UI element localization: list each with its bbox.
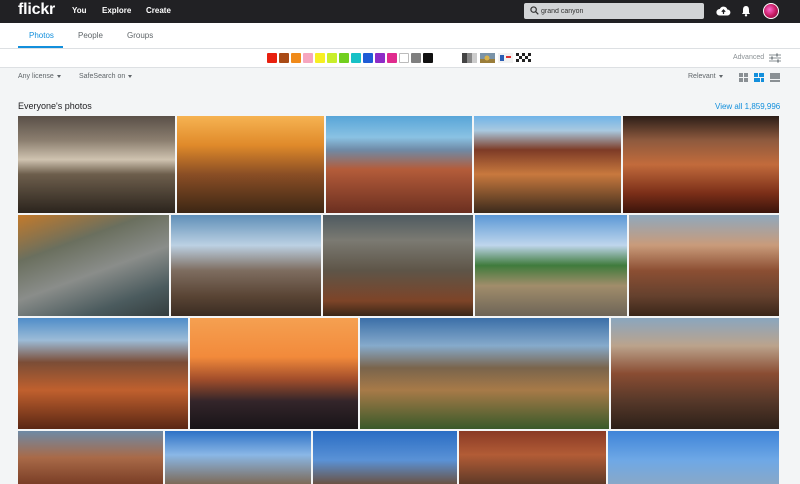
active-tab-indicator (18, 46, 63, 48)
flickr-logo[interactable]: flickr (18, 1, 55, 19)
color-swatch[interactable] (291, 53, 301, 63)
color-swatch[interactable] (267, 53, 277, 63)
license-filter-label: Any license (18, 73, 54, 80)
notifications-bell-icon[interactable] (741, 5, 751, 17)
photo-thumbnail[interactable] (313, 431, 457, 484)
color-filter-row: Advanced (0, 49, 800, 68)
photo-thumbnail[interactable] (360, 318, 609, 429)
grid-view-icon[interactable] (739, 73, 748, 82)
list-view-icon[interactable] (770, 73, 780, 82)
tab-photos[interactable]: Photos (29, 31, 54, 40)
photo-thumbnail[interactable] (475, 215, 627, 316)
color-swatch[interactable] (411, 53, 421, 63)
nav-link-explore[interactable]: Explore (102, 6, 131, 15)
nav-link-create[interactable]: Create (146, 6, 171, 15)
photo-thumbnail[interactable] (171, 215, 321, 316)
photo-thumbnail[interactable] (608, 431, 779, 484)
photo-thumbnail[interactable] (18, 431, 163, 484)
minimalist-filter-icon[interactable] (498, 53, 513, 63)
photo-thumbnail[interactable] (18, 318, 188, 429)
photo-thumbnail[interactable] (474, 116, 621, 213)
black-and-white-filter-icon[interactable] (462, 53, 477, 63)
chevron-down-icon (56, 74, 61, 78)
search-box[interactable] (524, 3, 704, 19)
tab-people[interactable]: People (78, 31, 103, 40)
photo-thumbnail[interactable] (18, 116, 175, 213)
photo-thumbnail[interactable] (323, 215, 473, 316)
color-swatch[interactable] (279, 53, 289, 63)
color-swatch[interactable] (315, 53, 325, 63)
chevron-down-icon (718, 74, 723, 78)
upload-cloud-icon[interactable] (716, 5, 731, 16)
photo-thumbnail[interactable] (611, 318, 779, 429)
search-type-tabs: Photos People Groups (0, 23, 800, 49)
sliders-icon[interactable] (769, 53, 781, 63)
advanced-filters-link[interactable]: Advanced (733, 54, 764, 61)
color-swatch[interactable] (399, 53, 409, 63)
photo-thumbnail[interactable] (459, 431, 606, 484)
color-swatch[interactable] (327, 53, 337, 63)
top-navigation-bar: flickr You Explore Create (0, 0, 800, 23)
photo-thumbnail[interactable] (18, 215, 169, 316)
view-all-link[interactable]: View all 1,859,996 (715, 102, 780, 111)
color-swatch[interactable] (387, 53, 397, 63)
photo-thumbnail[interactable] (629, 215, 779, 316)
nav-link-you[interactable]: You (72, 6, 87, 15)
photo-thumbnail[interactable] (165, 431, 311, 484)
search-icon[interactable] (530, 6, 539, 15)
chevron-down-icon (128, 74, 133, 78)
color-swatch[interactable] (339, 53, 349, 63)
color-swatch[interactable] (375, 53, 385, 63)
photo-thumbnail[interactable] (623, 116, 779, 213)
shallow-depth-of-field-filter-icon[interactable] (480, 53, 495, 63)
photo-thumbnail[interactable] (326, 116, 472, 213)
photo-thumbnail[interactable] (177, 116, 324, 213)
section-title: Everyone's photos (18, 101, 92, 111)
user-avatar[interactable] (763, 3, 779, 19)
color-swatch[interactable] (363, 53, 373, 63)
photo-thumbnail[interactable] (190, 318, 358, 429)
color-swatch[interactable] (303, 53, 313, 63)
color-swatch[interactable] (351, 53, 361, 63)
patterns-filter-icon[interactable] (516, 53, 531, 63)
safesearch-dropdown[interactable]: SafeSearch on (79, 73, 133, 80)
color-swatch[interactable] (423, 53, 433, 63)
license-filter-dropdown[interactable]: Any license (18, 73, 61, 80)
justified-view-icon[interactable] (754, 73, 764, 82)
search-input[interactable] (541, 4, 699, 18)
sort-label: Relevant (688, 73, 716, 80)
sort-dropdown[interactable]: Relevant (688, 73, 723, 80)
tab-groups[interactable]: Groups (127, 31, 153, 40)
safesearch-label: SafeSearch on (79, 73, 126, 80)
